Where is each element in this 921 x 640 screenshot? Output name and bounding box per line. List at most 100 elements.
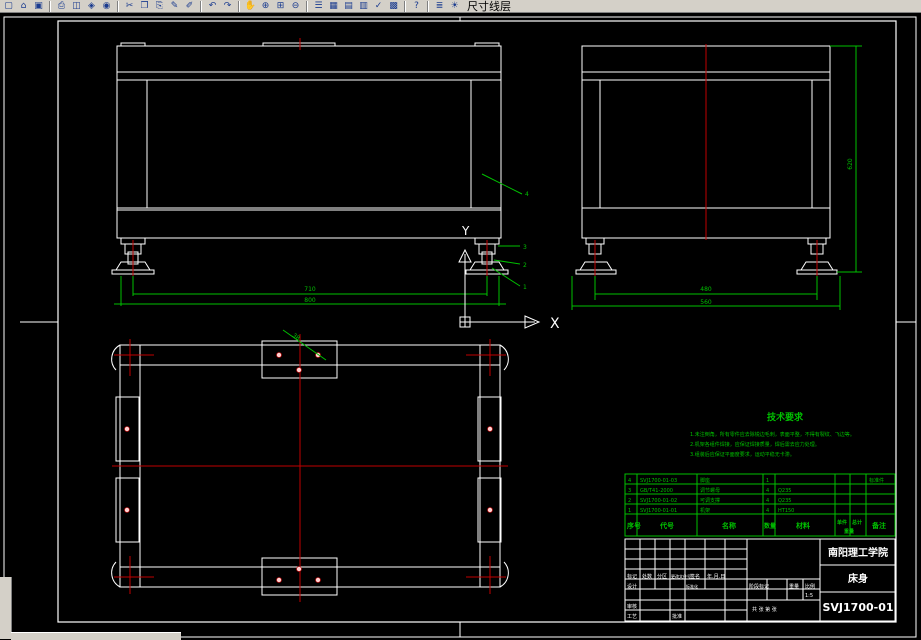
publish-icon[interactable]: ◈ [85, 1, 98, 12]
tb-date: 年.月.日 [707, 573, 725, 580]
tb-sheet: 共 张 第 张 [752, 606, 777, 613]
drawing-number: SVJ1700-01 [822, 601, 893, 614]
toolbar-separator [427, 0, 429, 12]
redo-icon[interactable]: ↷ [221, 1, 234, 12]
bolt-holes [124, 352, 493, 583]
match-properties-icon[interactable]: ✎ [168, 1, 181, 12]
tb-weight: 重量 [789, 583, 799, 590]
ph-remark: 备注 [871, 521, 886, 530]
pan-icon[interactable]: ✋ [244, 1, 257, 12]
tb-stage-mark: 阶段标记 [749, 583, 769, 590]
tb-mark: 标记 [627, 573, 637, 580]
undo-icon[interactable]: ↶ [206, 1, 219, 12]
dim-height: 620 [847, 158, 854, 170]
part-title: 床身 [848, 572, 868, 585]
tb-zone: 分区 [657, 573, 667, 580]
part-2-name: 可调支撑 [700, 497, 720, 504]
block-editor-icon[interactable]: ✐ [183, 1, 196, 12]
print-icon[interactable]: ⎙ [55, 1, 68, 12]
ph-weight: 重量 [844, 528, 854, 535]
toolbar-separator [404, 0, 406, 12]
tb-sign: 签名 [690, 573, 700, 580]
tb-scale-value: 1:5 [805, 593, 813, 599]
toolbar-separator [238, 0, 240, 12]
layer-state-icon[interactable]: ☀ [448, 1, 461, 12]
part-4-name: 脚座 [700, 477, 710, 484]
toolbar-separator [117, 0, 119, 12]
ph-total-weight: 总计 [852, 519, 862, 526]
ph-no: 序号 [626, 521, 641, 530]
quickcalc-icon[interactable]: ▩ [387, 1, 400, 12]
plot-preview-icon[interactable]: ◫ [70, 1, 83, 12]
tb-design: 设计 [627, 583, 637, 590]
ucs-y-label: Y [461, 224, 470, 238]
part-4-remark: 标准件 [869, 477, 884, 484]
part-4-qty: 1 [766, 478, 769, 484]
parts-list-header: 序号 代号 名称 数量 材料 单件 总计 重量 备注 [626, 519, 886, 535]
paste-icon[interactable]: ⎘ [153, 1, 166, 12]
parts-list-rows: 4 SVJ1700-01-03 脚座 1 标准件 3 GB/T41-2000 调… [628, 477, 884, 514]
part-2-code: SVJ1700-01-02 [640, 498, 677, 504]
dim-side-overall: 560 [700, 299, 712, 306]
balloon-4: 4 [525, 191, 529, 198]
ph-unit-weight: 单件 [837, 519, 847, 526]
dim-side-width: 480 [700, 286, 712, 293]
tb-process: 工艺 [627, 614, 637, 620]
ph-qty: 数量 [764, 522, 776, 530]
part-2-no: 2 [628, 498, 631, 504]
dim-overall-width: 800 [304, 297, 316, 304]
tech-requirements-title: 技术要求 [767, 411, 804, 423]
tool-palettes-icon[interactable]: ▤ [342, 1, 355, 12]
part-1-material: HT150 [778, 508, 794, 514]
part-1-no: 1 [628, 508, 631, 514]
part-3-code: GB/T41-2000 [640, 488, 673, 494]
tb-standardize: 标准化 [686, 583, 698, 589]
tb-count: 处数 [642, 573, 652, 580]
save-icon[interactable]: ▣ [32, 1, 45, 12]
sheet-set-icon[interactable]: ▥ [357, 1, 370, 12]
part-4-code: SVJ1700-01-03 [640, 478, 677, 484]
part-3-qty: 4 [766, 488, 769, 494]
tech-requirement-1: 1.未注倒角，所有零件应去除锐边毛刺，表面平整，不得有裂纹、飞边等。 [690, 431, 855, 438]
cut-icon[interactable]: ✂ [123, 1, 136, 12]
new-file-icon[interactable]: ▢ [2, 1, 15, 12]
zoom-previous-icon[interactable]: ⊖ [289, 1, 302, 12]
top-centerlines [112, 334, 508, 602]
part-1-name: 机架 [700, 507, 710, 514]
school-name: 南阳理工学院 [828, 546, 888, 559]
zoom-window-icon[interactable]: ⊞ [274, 1, 287, 12]
copy-icon[interactable]: ❐ [138, 1, 151, 12]
front-view [111, 42, 509, 275]
markup-icon[interactable]: ✓ [372, 1, 385, 12]
toolbar-separator [200, 0, 202, 12]
standard-toolbar: ▢ ⌂ ▣ ⎙ ◫ ◈ ◉ ✂ ❐ ⎘ ✎ ✐ ↶ ↷ ✋ ⊕ ⊞ ⊖ ☰ ▦ ▤ ▥ ✓ ▩? ≣ ☀ 尺寸线层 [0, 0, 921, 13]
open-file-icon[interactable]: ⌂ [17, 1, 30, 12]
toolbar-separator [306, 0, 308, 12]
tb-review: 审核 [627, 603, 637, 610]
current-layer-name[interactable]: 尺寸线层 [467, 1, 511, 12]
part-2-qty: 4 [766, 498, 769, 504]
toolbar-separator [49, 0, 51, 12]
left-dock-panel[interactable] [0, 577, 12, 639]
ph-code: 代号 [659, 521, 674, 530]
part-3-name: 调节螺母 [700, 487, 720, 494]
zoom-realtime-icon[interactable]: ⊕ [259, 1, 272, 12]
layer-manager-icon[interactable]: ≣ [433, 1, 446, 12]
properties-icon[interactable]: ☰ [312, 1, 325, 12]
part-1-qty: 4 [766, 508, 769, 514]
tech-requirement-3: 3.组装后应保证平面度要求，运动平稳无卡滞。 [690, 451, 795, 458]
tb-change-doc: 更改文件号 [671, 573, 691, 579]
part-2-material: Q235 [778, 498, 791, 504]
design-center-icon[interactable]: ▦ [327, 1, 340, 12]
drawing-canvas[interactable]: 710 800 4 3 2 1 480 560 620 Y X 38 技术要求 … [0, 14, 921, 639]
part-1-code: SVJ1700-01-01 [640, 508, 677, 514]
ucs-x-label: X [550, 316, 560, 332]
tb-approve: 批准 [672, 613, 682, 620]
front-dimensions [114, 173, 523, 306]
3d-dwf-icon[interactable]: ◉ [100, 1, 113, 12]
dim-inner-width: 710 [304, 286, 316, 293]
ph-material: 材料 [795, 521, 810, 530]
ph-name: 名称 [722, 521, 736, 530]
part-3-no: 3 [628, 488, 631, 494]
help-icon[interactable]: ? [410, 1, 423, 12]
